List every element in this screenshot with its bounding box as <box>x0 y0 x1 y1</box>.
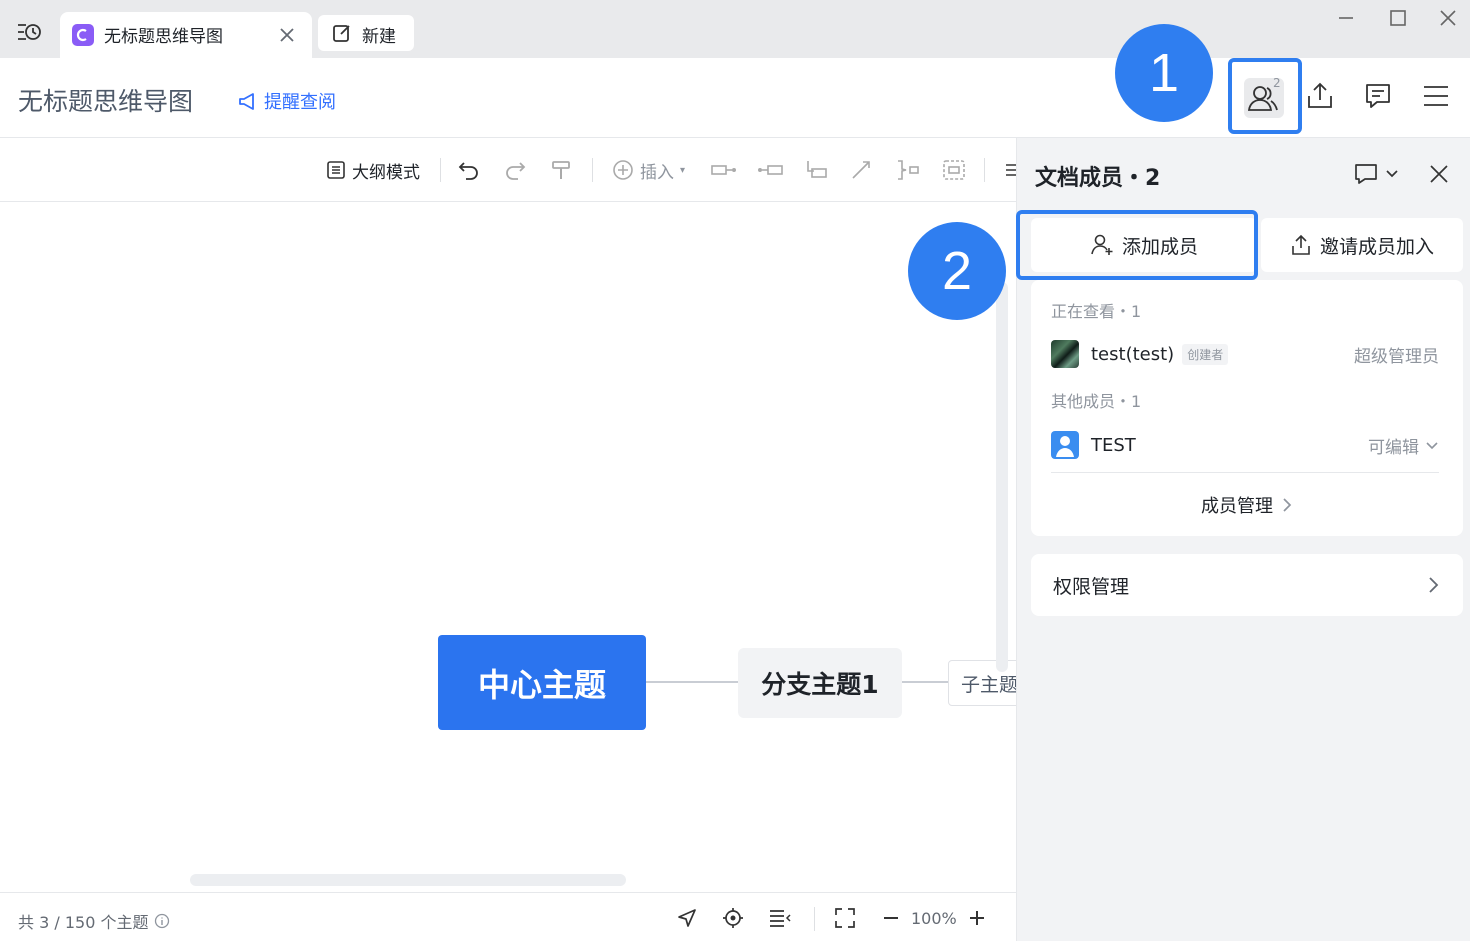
focus-icon[interactable] <box>722 907 744 929</box>
megaphone-icon <box>238 91 260 111</box>
vertical-scrollbar[interactable] <box>996 282 1008 672</box>
callout-badge: 1 <box>1115 24 1213 122</box>
avatar <box>1051 340 1079 368</box>
status-bar: 共 3 / 150 个主题 100% <box>0 892 1016 941</box>
comment-icon[interactable] <box>1362 80 1398 116</box>
chat-icon <box>1353 162 1379 186</box>
connector-line <box>646 681 738 683</box>
toolbar-divider <box>440 158 441 182</box>
editor-toolbar: 大纲模式 插入 ▾ <box>0 138 1016 202</box>
invite-member-label: 邀请成员加入 <box>1319 235 1434 258</box>
zoom-in-icon[interactable] <box>966 907 988 929</box>
member-name: test(test) <box>1091 343 1175 365</box>
connector-line <box>902 681 948 683</box>
panel-close-icon[interactable] <box>1427 162 1451 186</box>
zoom-out-icon[interactable] <box>880 907 902 929</box>
add-sibling-topic-icon[interactable] <box>756 158 784 182</box>
member-management-label: 成员管理 <box>1201 496 1273 517</box>
boundary-icon[interactable] <box>942 158 966 182</box>
panel-title: 文档成员・2 <box>1035 166 1161 191</box>
undo-icon[interactable] <box>458 158 480 182</box>
members-card: 正在查看・1 test(test) 创建者 超级管理员 其他成员・1 TEST … <box>1031 280 1463 536</box>
permission-management-row[interactable]: 权限管理 <box>1031 554 1463 616</box>
more-tools-icon[interactable] <box>1004 158 1016 182</box>
avatar <box>1051 431 1079 459</box>
tab-mindmap[interactable]: 无标题思维导图 <box>60 12 312 58</box>
toolbar-divider <box>592 158 593 182</box>
member-permission-dropdown[interactable]: 可编辑 <box>1368 433 1439 458</box>
new-tab-button[interactable]: 新建 <box>318 15 414 51</box>
tab-close-icon[interactable] <box>278 26 296 44</box>
statusbar-divider <box>814 907 815 931</box>
horizontal-scrollbar[interactable] <box>190 874 626 886</box>
divider <box>1051 472 1439 473</box>
new-doc-icon <box>332 23 352 43</box>
tab-bar: 无标题思维导图 新建 <box>0 0 1470 58</box>
remind-label: 提醒查阅 <box>264 92 336 113</box>
locate-icon[interactable] <box>676 907 698 929</box>
mindmap-app-icon <box>72 24 94 46</box>
summary-icon[interactable] <box>896 158 920 182</box>
member-management-link[interactable]: 成员管理 <box>1031 492 1463 518</box>
add-parent-topic-icon[interactable] <box>804 158 828 182</box>
insert-plus-icon <box>612 159 634 181</box>
invite-member-button[interactable]: 邀请成员加入 <box>1261 218 1463 272</box>
zoom-level: 100% <box>911 909 957 928</box>
relationship-line-icon[interactable] <box>850 158 872 182</box>
document-title[interactable]: 无标题思维导图 <box>18 82 193 118</box>
insert-label: 插入 <box>640 162 674 183</box>
member-row[interactable]: TEST 可编辑 <box>1051 429 1439 461</box>
topic-count-text: 共 3 / 150 个主题 <box>18 913 149 932</box>
insert-button[interactable]: 插入 ▾ <box>612 158 686 183</box>
redo-icon[interactable] <box>504 158 526 182</box>
outline-mode-label: 大纲模式 <box>352 162 420 183</box>
new-tab-label: 新建 <box>362 27 396 47</box>
viewing-section-label: 正在查看・1 <box>1051 302 1142 321</box>
format-painter-icon[interactable] <box>550 158 572 182</box>
topic-count: 共 3 / 150 个主题 <box>18 909 170 933</box>
mindmap-canvas[interactable]: 中心主题 分支主题1 子主题 <box>0 202 1016 892</box>
permission-management-label: 权限管理 <box>1053 576 1130 598</box>
center-topic-node[interactable]: 中心主题 <box>438 635 646 730</box>
chevron-down-icon <box>1425 438 1439 452</box>
highlight-box <box>1228 58 1302 134</box>
member-role: 超级管理员 <box>1354 346 1439 367</box>
member-role: 可编辑 <box>1368 437 1419 458</box>
remind-button[interactable]: 提醒查阅 <box>238 88 336 114</box>
window-close-icon[interactable] <box>1436 6 1460 30</box>
minimize-icon[interactable] <box>1334 6 1358 30</box>
tab-title: 无标题思维导图 <box>104 27 223 47</box>
member-name: TEST <box>1091 434 1136 456</box>
outline-icon <box>326 160 346 180</box>
history-icon[interactable] <box>16 20 42 44</box>
maximize-icon[interactable] <box>1386 6 1410 30</box>
member-row[interactable]: test(test) 创建者 超级管理员 <box>1051 338 1439 370</box>
callout-badge: 2 <box>908 222 1006 320</box>
chat-dropdown-button[interactable] <box>1353 162 1401 186</box>
share-icon <box>1290 234 1312 256</box>
fullscreen-icon[interactable] <box>834 907 856 929</box>
chevron-right-icon <box>1427 575 1439 595</box>
add-child-topic-icon[interactable] <box>710 158 738 182</box>
info-icon[interactable] <box>154 913 170 929</box>
chevron-down-icon <box>1385 166 1399 180</box>
branch-topic-node[interactable]: 分支主题1 <box>738 648 902 718</box>
menu-icon[interactable] <box>1420 80 1456 116</box>
highlight-box <box>1016 210 1258 280</box>
chevron-down-icon: ▾ <box>680 164 686 176</box>
toolbar-divider <box>984 158 985 182</box>
others-section-label: 其他成员・1 <box>1051 392 1142 411</box>
outline-toggle-icon[interactable] <box>768 907 791 929</box>
chevron-right-icon <box>1281 497 1293 513</box>
outline-mode-button[interactable]: 大纲模式 <box>326 158 420 183</box>
creator-badge: 创建者 <box>1182 343 1229 365</box>
share-icon[interactable] <box>1304 80 1340 116</box>
